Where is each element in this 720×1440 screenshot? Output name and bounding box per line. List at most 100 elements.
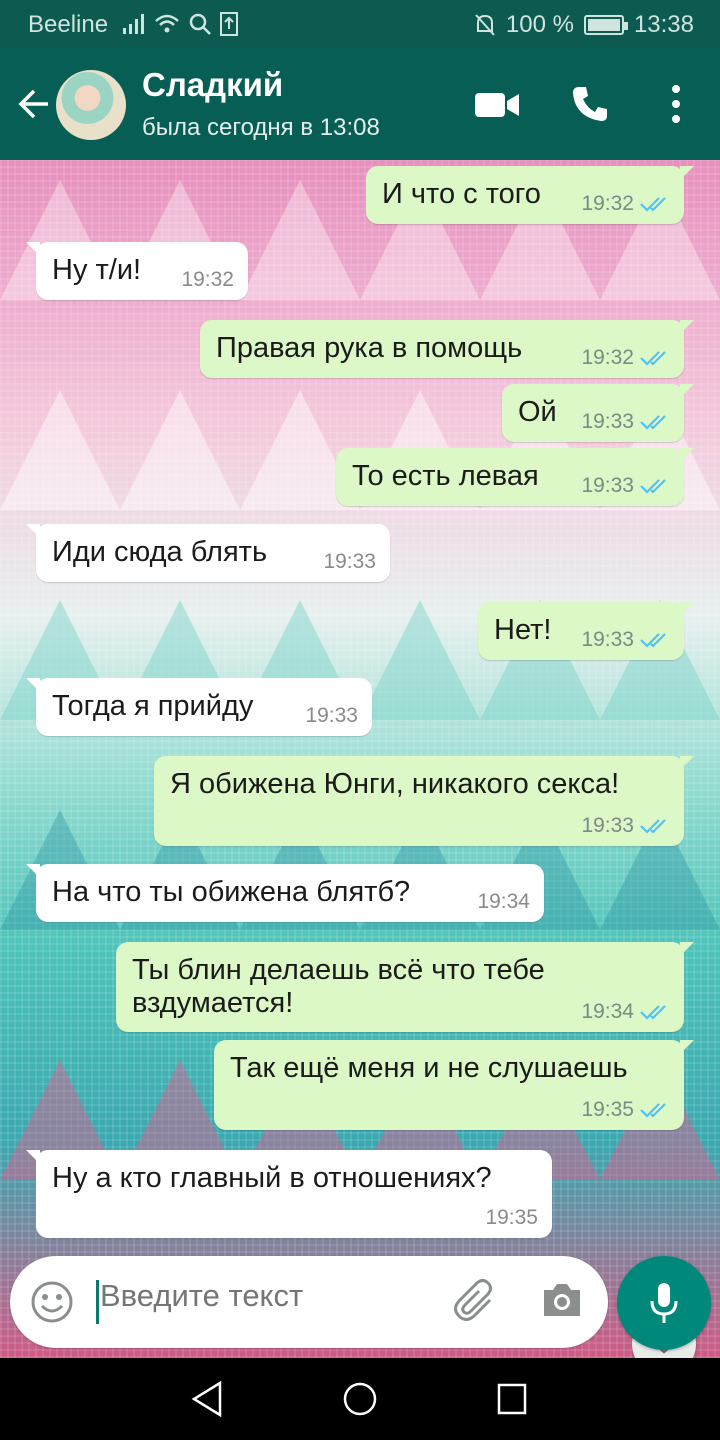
- battery-icon: [583, 15, 628, 35]
- message-meta: 19:33: [581, 474, 670, 498]
- carrier-name: Beeline: [28, 11, 109, 38]
- outgoing-message[interactable]: Нет! 19:33: [478, 602, 694, 660]
- message-time: 19:33: [581, 814, 634, 837]
- search-icon: [189, 13, 211, 35]
- message-meta: 19:32: [581, 192, 670, 216]
- arrow-left-icon[interactable]: [14, 84, 54, 124]
- bubble-tail: [680, 756, 694, 770]
- message-time: 19:33: [323, 550, 376, 573]
- message-text: Правая рука в помощь: [216, 332, 523, 364]
- message-text: Иди сюда блять: [52, 536, 268, 568]
- message-text: Нет!: [494, 614, 552, 646]
- message-time: 19:33: [581, 474, 634, 497]
- incoming-message[interactable]: На что ты обижена блятб? 19:34: [26, 864, 544, 922]
- status-icons-left: [122, 12, 238, 36]
- message-text: Ты блин делаешь всё что тебе вздумается!: [132, 954, 545, 1019]
- message-text: Ну т/и!: [52, 254, 142, 286]
- bubble-tail: [680, 320, 694, 334]
- message-time: 19:32: [181, 268, 234, 291]
- wifi-icon: [155, 14, 179, 33]
- outgoing-message[interactable]: И что с того 19:32: [366, 166, 694, 224]
- text-caret: [96, 1280, 99, 1324]
- upload-icon: [220, 12, 238, 36]
- avatar[interactable]: [56, 70, 126, 140]
- message-text: Я обижена Юнги, никакого секса!: [170, 768, 620, 800]
- double-check-icon: [640, 1103, 666, 1118]
- message-meta: 19:33: [581, 814, 670, 838]
- more-vertical-icon[interactable]: [668, 84, 684, 124]
- outgoing-message[interactable]: Ты блин делаешь всё что тебе вздумается!…: [116, 942, 694, 1032]
- phone-icon[interactable]: [570, 84, 610, 124]
- camera-icon[interactable]: [540, 1278, 584, 1322]
- bubble-tail: [26, 678, 40, 692]
- outgoing-message[interactable]: То есть левая 19:33: [336, 448, 694, 506]
- bubble-tail: [26, 864, 40, 878]
- message-input[interactable]: [100, 1278, 420, 1314]
- chat-area[interactable]: И что с того 19:32 Ну т/и! 19:32 Правая рука…: [0, 160, 720, 1358]
- message-time: 19:33: [581, 628, 634, 651]
- incoming-message[interactable]: Ну а кто главный в отношениях? 19:35: [26, 1150, 552, 1238]
- message-time: 19:35: [581, 1098, 634, 1121]
- bubble-tail: [680, 384, 694, 398]
- message-time: 19:32: [581, 192, 634, 215]
- message-meta: 19:32: [581, 346, 670, 370]
- message-time: 19:34: [581, 1000, 634, 1023]
- message-time: 19:33: [581, 410, 634, 433]
- bubble-tail: [680, 942, 694, 956]
- bubble-tail: [680, 448, 694, 462]
- outgoing-message[interactable]: Я обижена Юнги, никакого секса! 19:33: [154, 756, 694, 846]
- double-check-icon: [640, 415, 666, 430]
- chat-header: Сладкий была сегодня в 13:08: [0, 48, 720, 160]
- outgoing-message[interactable]: Правая рука в помощь 19:32: [200, 320, 694, 378]
- outgoing-message[interactable]: Ой 19:33: [502, 384, 694, 442]
- double-check-icon: [640, 1005, 666, 1020]
- message-text: Тогда я прийду: [52, 690, 254, 722]
- nav-recents-icon[interactable]: [496, 1380, 528, 1418]
- bubble-tail: [26, 1150, 40, 1164]
- message-meta: 19:34: [581, 1000, 670, 1024]
- message-meta: 19:32: [181, 268, 234, 292]
- nav-home-icon[interactable]: [342, 1380, 378, 1418]
- incoming-message[interactable]: Иди сюда блять 19:33: [26, 524, 390, 582]
- incoming-message[interactable]: Ну т/и! 19:32: [26, 242, 248, 300]
- double-check-icon: [640, 819, 666, 834]
- message-meta: 19:35: [581, 1098, 670, 1122]
- bubble-tail: [680, 602, 694, 616]
- signal-icon: [123, 14, 144, 34]
- message-time: 19:34: [477, 890, 530, 913]
- outgoing-message[interactable]: Так ещё меня и не слушаешь 19:35: [214, 1040, 694, 1130]
- nav-back-icon[interactable]: [190, 1380, 224, 1418]
- message-text: Ой: [518, 396, 557, 428]
- voice-record-button[interactable]: [617, 1256, 711, 1350]
- status-icons-right: 100 % 13:38: [474, 11, 694, 39]
- last-seen: была сегодня в 13:08: [142, 114, 380, 141]
- message-meta: 19:33: [305, 704, 358, 728]
- message-time: 19:33: [305, 704, 358, 727]
- contact-name[interactable]: Сладкий: [142, 66, 283, 104]
- message-text: И что с того: [382, 178, 541, 210]
- clock: 13:38: [633, 11, 694, 38]
- bubble-tail: [26, 524, 40, 538]
- message-text: Ну а кто главный в отношениях?: [52, 1162, 492, 1194]
- message-meta: 19:35: [485, 1206, 538, 1230]
- message-meta: 19:33: [581, 410, 670, 434]
- microphone-icon: [650, 1283, 678, 1323]
- incoming-message[interactable]: Тогда я прийду 19:33: [26, 678, 372, 736]
- double-check-icon: [640, 479, 666, 494]
- mute-bell-icon: [475, 14, 495, 36]
- emoji-icon[interactable]: [30, 1280, 74, 1324]
- message-meta: 19:33: [323, 550, 376, 574]
- battery-percent: 100 %: [505, 11, 574, 38]
- message-time: 19:35: [485, 1206, 538, 1229]
- bubble-tail: [26, 242, 40, 256]
- message-text: То есть левая: [352, 460, 539, 492]
- video-camera-icon[interactable]: [474, 90, 520, 120]
- paperclip-icon[interactable]: [450, 1278, 500, 1324]
- message-meta: 19:34: [477, 890, 530, 914]
- double-check-icon: [640, 197, 666, 212]
- message-time: 19:32: [581, 346, 634, 369]
- message-text: На что ты обижена блятб?: [52, 876, 411, 908]
- double-check-icon: [640, 351, 666, 366]
- bubble-tail: [680, 1040, 694, 1054]
- message-text: Так ещё меня и не слушаешь: [230, 1052, 628, 1084]
